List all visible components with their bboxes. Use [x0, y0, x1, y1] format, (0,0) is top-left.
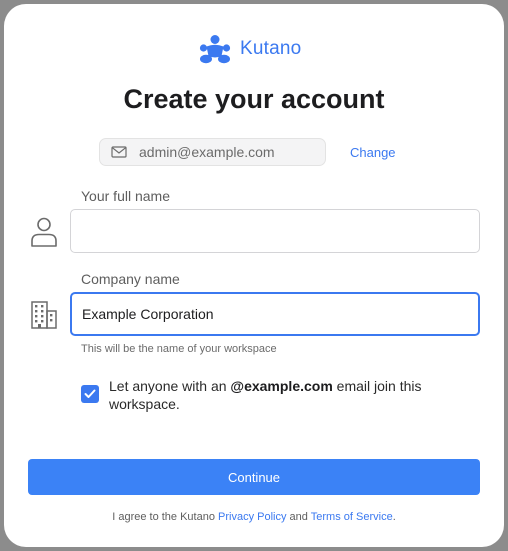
terms-of-service-link[interactable]: Terms of Service [311, 511, 393, 523]
legal-prefix: I agree to the Kutano [112, 511, 219, 523]
brand: Kutano [198, 33, 301, 65]
join-domain: @example.com [230, 378, 333, 394]
full-name-label: Your full name [81, 188, 170, 204]
account-email: admin@example.com [139, 144, 275, 160]
people-group-icon [199, 35, 231, 64]
company-name-hint: This will be the name of your workspace [81, 343, 277, 355]
legal-text: I agree to the Kutano Privacy Policy and… [0, 511, 508, 523]
allow-domain-join-label[interactable]: Let anyone with an @example.com email jo… [109, 377, 469, 413]
page-title: Create your account [123, 84, 385, 114]
continue-button[interactable]: Continue [28, 459, 480, 495]
company-name-label: Company name [81, 271, 180, 287]
join-text-prefix: Let anyone with an [109, 378, 231, 394]
legal-middle: and [286, 511, 311, 523]
account-email-pill: admin@example.com [99, 138, 326, 166]
company-name-input[interactable] [70, 292, 480, 336]
brand-name: Kutano [240, 38, 302, 59]
change-email-link[interactable]: Change [350, 145, 396, 160]
privacy-policy-link[interactable]: Privacy Policy [218, 511, 286, 523]
checkmark-icon [84, 389, 96, 398]
allow-domain-join-checkbox[interactable] [81, 385, 99, 403]
building-icon [31, 301, 57, 329]
mail-icon [111, 146, 127, 158]
person-icon [31, 217, 57, 247]
legal-suffix: . [392, 511, 396, 523]
full-name-input[interactable] [70, 209, 480, 253]
